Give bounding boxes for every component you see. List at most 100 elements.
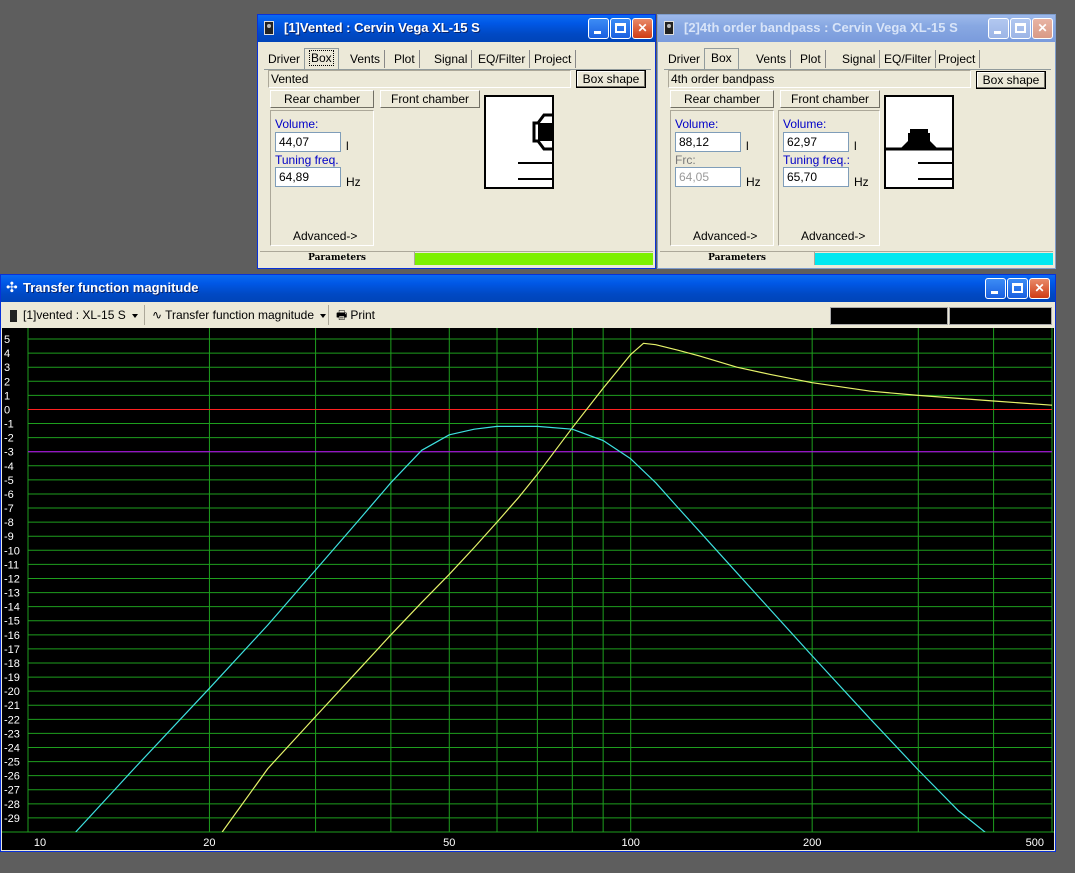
graph-toolbar: [1]vented : XL-15 S ∿ Transfer function m…	[4, 302, 1052, 329]
x-tick-label: 100	[622, 837, 640, 849]
y-tick-label: -17	[4, 644, 20, 656]
tab-driver[interactable]: Driver	[664, 50, 705, 68]
front-chamber-button[interactable]: Front chamber	[780, 90, 880, 108]
tab-box[interactable]: Box	[304, 48, 339, 70]
tab-vents[interactable]: Vents	[752, 50, 792, 68]
tab-project[interactable]: Project	[934, 50, 981, 68]
box-shape-button[interactable]: Box shape	[576, 70, 646, 88]
y-tick-label: -24	[4, 742, 20, 754]
volume-input[interactable]: 44,07	[275, 132, 341, 152]
y-tick-label: 5	[4, 334, 10, 346]
y-tick-label: -19	[4, 672, 20, 684]
front-advanced-button[interactable]: Advanced->	[801, 229, 865, 243]
front-tuning-freq-label: Tuning freq.:	[783, 153, 850, 167]
bandpass-box-drawing	[886, 129, 952, 180]
tab-plot[interactable]: Plot	[390, 50, 420, 68]
rear-chamber-group: Volume: 44,07 l Tuning freq. 64,89 Hz Ad…	[270, 110, 374, 246]
y-tick-label: -5	[4, 475, 14, 487]
tuning-freq-input[interactable]: 64,89	[275, 167, 341, 187]
maximize-button[interactable]	[610, 18, 631, 39]
project-select[interactable]: [1]vented : XL-15 S	[10, 306, 138, 324]
tab-project[interactable]: Project	[530, 50, 577, 68]
speaker-icon	[10, 309, 17, 322]
transfer-function-chart: 543210-1-2-3-4-5-6-7-8-9-10-11-12-13-14-…	[2, 328, 1054, 849]
graph-type-select[interactable]: ∿ Transfer function magnitude	[152, 306, 327, 324]
status-progress	[415, 253, 653, 265]
tab-eq-filter[interactable]: EQ/Filter	[474, 50, 531, 68]
y-tick-label: -20	[4, 686, 20, 698]
y-tick-label: 0	[4, 404, 10, 416]
y-tick-label: -1	[4, 419, 14, 431]
tab-box[interactable]: Box	[704, 48, 739, 70]
y-tick-label: -27	[4, 785, 20, 797]
y-tick-label: -26	[4, 771, 20, 783]
window-title: [2]4th order bandpass : Cervin Vega XL-1…	[684, 20, 958, 35]
y-tick-label: -13	[4, 588, 20, 600]
speaker-app-icon	[264, 21, 274, 35]
rear-advanced-button[interactable]: Advanced->	[693, 229, 757, 243]
front-chamber-button[interactable]: Front chamber	[380, 90, 480, 108]
y-tick-label: -25	[4, 757, 20, 769]
tab-plot[interactable]: Plot	[796, 50, 826, 68]
graph-canvas[interactable]: 5 4 3 2 1 0 -1 -2 -3 -4 -5 -6 -7 -8 -9 -10 -11 -12 -13 -14-…	[2, 328, 1054, 850]
tab-driver[interactable]: Driver	[264, 50, 305, 68]
series-line-2	[75, 425, 986, 832]
cursor-readout-1	[830, 307, 948, 325]
close-button[interactable]: ✕	[632, 18, 653, 39]
move-icon: ✣	[6, 279, 18, 295]
print-button[interactable]: 🖶 Print	[336, 306, 375, 324]
rear-volume-label: Volume:	[675, 117, 719, 131]
printer-icon: 🖶	[336, 308, 348, 322]
tab-vents[interactable]: Vents	[346, 50, 386, 68]
minimize-button[interactable]	[988, 18, 1009, 39]
vented-box-window[interactable]: [1]Vented : Cervin Vega XL-15 S ✕ Driver…	[257, 14, 656, 269]
y-tick-label: -28	[4, 799, 20, 811]
parameters-label: Parameters	[660, 252, 815, 265]
frc-unit: Hz	[746, 175, 761, 189]
y-tick-label: 4	[4, 348, 10, 360]
minimize-button[interactable]	[588, 18, 609, 39]
y-tick-label: -12	[4, 573, 20, 585]
front-volume-input[interactable]: 62,97	[783, 132, 849, 152]
x-tick-label: 200	[803, 837, 821, 849]
cursor-readout-2	[949, 307, 1052, 325]
advanced-button[interactable]: Advanced->	[293, 229, 357, 243]
y-tick-label: -10	[4, 545, 20, 557]
front-tuning-freq-input[interactable]: 65,70	[783, 167, 849, 187]
y-tick-label: -18	[4, 658, 20, 670]
maximize-button[interactable]	[1007, 278, 1028, 299]
rear-chamber-button[interactable]: Rear chamber	[670, 90, 774, 108]
front-volume-unit: l	[854, 139, 857, 153]
close-button[interactable]: ✕	[1029, 278, 1050, 299]
bandpass-window-titlebar[interactable]: [2]4th order bandpass : Cervin Vega XL-1…	[658, 15, 1055, 42]
y-tick-label: -23	[4, 728, 20, 740]
transfer-function-window[interactable]: ✣ Transfer function magnitude ✕ [1]vente…	[0, 274, 1056, 852]
tab-signal[interactable]: Signal	[430, 50, 473, 68]
series-line-1	[221, 342, 1052, 832]
window-title: Transfer function magnitude	[23, 280, 199, 295]
rear-chamber-group: Volume: 88,12 l Frc: 64,05 Hz Advanced->	[670, 110, 774, 246]
minimize-button[interactable]	[985, 278, 1006, 299]
bandpass-box-window[interactable]: [2]4th order bandpass : Cervin Vega XL-1…	[657, 14, 1056, 269]
y-tick-label: -6	[4, 489, 14, 501]
close-button[interactable]: ✕	[1032, 18, 1053, 39]
tab-eq-filter[interactable]: EQ/Filter	[880, 50, 937, 68]
front-volume-label: Volume:	[783, 117, 827, 131]
y-tick-label: -2	[4, 433, 14, 445]
vented-window-titlebar[interactable]: [1]Vented : Cervin Vega XL-15 S ✕	[258, 15, 655, 42]
front-tuning-freq-unit: Hz	[854, 175, 869, 189]
y-tick-label: -8	[4, 517, 14, 529]
bandpass-box-diagram	[884, 95, 954, 189]
y-tick-label: -21	[4, 700, 20, 712]
volume-label: Volume:	[275, 117, 319, 131]
volume-unit: l	[346, 139, 349, 153]
box-shape-button[interactable]: Box shape	[976, 71, 1046, 89]
rear-volume-input[interactable]: 88,12	[675, 132, 741, 152]
y-tick-label: 3	[4, 362, 10, 374]
graph-window-titlebar[interactable]: ✣ Transfer function magnitude ✕	[1, 275, 1055, 302]
maximize-button[interactable]	[1010, 18, 1031, 39]
tab-signal[interactable]: Signal	[838, 50, 881, 68]
rear-chamber-button[interactable]: Rear chamber	[270, 90, 374, 108]
frc-label: Frc:	[675, 153, 696, 167]
tuning-freq-unit: Hz	[346, 175, 361, 189]
